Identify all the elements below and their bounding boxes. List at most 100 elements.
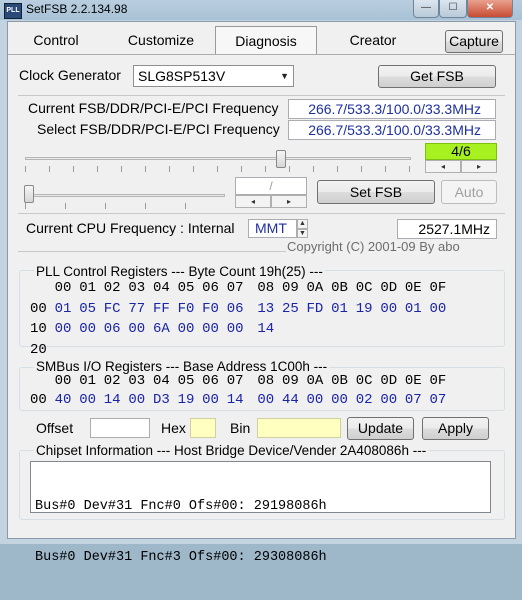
pll-register-value[interactable]: 06 bbox=[227, 301, 252, 317]
pll-register-value[interactable]: 01 bbox=[405, 301, 430, 317]
offset-label: Offset bbox=[36, 420, 74, 436]
smbus-register-value[interactable]: 07 bbox=[430, 392, 455, 408]
pci-slider-track[interactable] bbox=[25, 194, 225, 197]
tab-diagnosis[interactable]: Diagnosis bbox=[215, 26, 317, 55]
pll-column-label: 0E bbox=[404, 280, 422, 296]
cpu-source-up[interactable]: ▲ bbox=[297, 219, 308, 229]
pll-column-label: 05 bbox=[177, 280, 195, 296]
bin-label: Bin bbox=[230, 420, 251, 436]
divider-up-button[interactable]: ▸ bbox=[271, 195, 307, 208]
smbus-register-value[interactable]: 00 bbox=[202, 392, 227, 408]
smbus-column-label: 07 bbox=[226, 373, 244, 389]
smbus-column-label: 0C bbox=[355, 373, 373, 389]
pll-register-value[interactable]: 05 bbox=[79, 301, 104, 317]
bin-input[interactable] bbox=[257, 418, 341, 438]
chevron-left-icon: ◂ bbox=[250, 197, 255, 206]
pll-column-label: 03 bbox=[128, 280, 146, 296]
smbus-register-value[interactable]: 07 bbox=[405, 392, 430, 408]
pll-row: 00 01 05 FC 77 FF F0 F0 06 13 25 FD 01 19 00 01 00 bbox=[30, 301, 454, 317]
current-frequency-label: Current FSB/DDR/PCI-E/PCI Frequency bbox=[28, 100, 279, 116]
smbus-register-value[interactable]: 00 bbox=[307, 392, 332, 408]
pll-register-value[interactable]: 00 bbox=[128, 321, 153, 337]
smbus-register-value[interactable]: 00 bbox=[128, 392, 153, 408]
smbus-header: SMBus I/O Registers --- Base Address 1C0… bbox=[34, 359, 330, 374]
smbus-column-label: 0E bbox=[404, 373, 422, 389]
pll-register-value[interactable]: 13 bbox=[257, 301, 282, 317]
pll-register-value[interactable]: 06 bbox=[104, 321, 129, 337]
smbus-register-value[interactable]: 40 bbox=[55, 392, 80, 408]
minimize-button[interactable]: — bbox=[413, 0, 439, 18]
pll-register-value[interactable]: 00 bbox=[430, 301, 455, 317]
pll-register-value[interactable]: 00 bbox=[380, 301, 405, 317]
smbus-register-value[interactable]: 00 bbox=[257, 392, 282, 408]
ratio-up-button[interactable]: ▸ bbox=[461, 160, 497, 173]
pll-register-value[interactable]: 14 bbox=[257, 321, 282, 337]
pll-register-value[interactable]: F0 bbox=[202, 301, 227, 317]
chevron-right-icon: ▸ bbox=[476, 162, 481, 171]
pll-register-value[interactable]: F0 bbox=[178, 301, 203, 317]
pll-register-value[interactable]: 00 bbox=[55, 321, 80, 337]
pll-register-value[interactable]: 77 bbox=[128, 301, 153, 317]
pll-register-value[interactable]: 00 bbox=[202, 321, 227, 337]
cpu-source-down[interactable]: ▼ bbox=[297, 229, 308, 238]
get-fsb-button[interactable]: Get FSB bbox=[378, 65, 496, 88]
tab-customize[interactable]: Customize bbox=[116, 28, 206, 52]
maximize-button[interactable]: ☐ bbox=[439, 0, 467, 18]
smbus-register-value[interactable]: 00 bbox=[331, 392, 356, 408]
pll-column-label: 0A bbox=[306, 280, 324, 296]
apply-button[interactable]: Apply bbox=[422, 417, 489, 440]
tab-creator[interactable]: Creator bbox=[335, 28, 411, 52]
smbus-column-label: 06 bbox=[202, 373, 219, 389]
set-fsb-button[interactable]: Set FSB bbox=[317, 180, 435, 204]
pll-register-value[interactable]: FC bbox=[104, 301, 129, 317]
pll-register-value[interactable]: 19 bbox=[356, 301, 381, 317]
close-button[interactable]: ✕ bbox=[467, 0, 513, 18]
pll-register-value[interactable]: FF bbox=[153, 301, 178, 317]
smbus-register-value[interactable]: 02 bbox=[356, 392, 381, 408]
setfsb-window: PLL SetFSB 2.2.134.98 — ☐ ✕ Control Cust… bbox=[0, 0, 522, 565]
smbus-register-value[interactable]: 14 bbox=[104, 392, 129, 408]
pci-slider-thumb[interactable] bbox=[24, 185, 34, 203]
chevron-left-icon: ◂ bbox=[440, 162, 445, 171]
pll-column-label: 06 bbox=[202, 280, 219, 296]
pll-register-value[interactable]: FD bbox=[307, 301, 332, 317]
capture-button[interactable]: Capture bbox=[445, 30, 503, 53]
offset-input[interactable] bbox=[90, 418, 150, 438]
auto-button[interactable]: Auto bbox=[441, 180, 497, 204]
smbus-register-value[interactable]: 44 bbox=[282, 392, 307, 408]
pll-column-label: 01 bbox=[79, 280, 96, 296]
smbus-column-label: 05 bbox=[177, 373, 195, 389]
smbus-register-value[interactable]: 00 bbox=[380, 392, 405, 408]
pll-header: PLL Control Registers --- Byte Count 19h… bbox=[34, 264, 325, 279]
divider bbox=[18, 213, 505, 214]
ratio-down-button[interactable]: ◂ bbox=[425, 160, 461, 173]
smbus-register-value[interactable]: 19 bbox=[178, 392, 203, 408]
tab-divider bbox=[8, 54, 515, 55]
pll-register-value[interactable]: 6A bbox=[153, 321, 178, 337]
chipset-info-box[interactable]: Bus#0 Dev#31 Fnc#0 Ofs#00: 29198086h Bus… bbox=[30, 461, 491, 565]
pll-register-value[interactable]: 25 bbox=[282, 301, 307, 317]
pll-register-value[interactable]: 00 bbox=[178, 321, 203, 337]
pll-register-value[interactable]: 01 bbox=[55, 301, 80, 317]
pll-column-header: 00 01 02 03 04 05 06 07 08 09 0A 0B 0C 0D 0E 0F bbox=[30, 280, 454, 296]
divider-down-button[interactable]: ◂ bbox=[235, 195, 271, 208]
fsb-slider-track[interactable] bbox=[25, 157, 411, 160]
pll-column-label: 02 bbox=[103, 280, 121, 296]
title-bar[interactable]: PLL SetFSB 2.2.134.98 — ☐ ✕ bbox=[0, 0, 522, 20]
cpu-source-field[interactable]: MMT bbox=[248, 219, 297, 238]
update-button[interactable]: Update bbox=[347, 417, 414, 440]
pll-register-value[interactable]: 00 bbox=[79, 321, 104, 337]
select-frequency-label: Select FSB/DDR/PCI-E/PCI Frequency bbox=[37, 121, 280, 137]
pll-address: 20 bbox=[30, 341, 47, 358]
tab-control[interactable]: Control bbox=[18, 28, 94, 52]
smbus-register-value[interactable]: 00 bbox=[79, 392, 104, 408]
smbus-register-value[interactable]: 14 bbox=[227, 392, 252, 408]
chipset-line: Bus#0 Dev#31 Fnc#3 Ofs#00: 29308086h bbox=[35, 550, 327, 565]
hex-input[interactable] bbox=[190, 418, 216, 438]
fsb-slider-thumb[interactable] bbox=[276, 150, 286, 168]
clock-generator-select[interactable]: SLG8SP513V ▼ bbox=[133, 65, 294, 87]
pll-register-value[interactable]: 01 bbox=[331, 301, 356, 317]
pll-column-label: 04 bbox=[152, 280, 170, 296]
pll-register-value[interactable]: 00 bbox=[227, 321, 252, 337]
smbus-register-value[interactable]: D3 bbox=[153, 392, 178, 408]
